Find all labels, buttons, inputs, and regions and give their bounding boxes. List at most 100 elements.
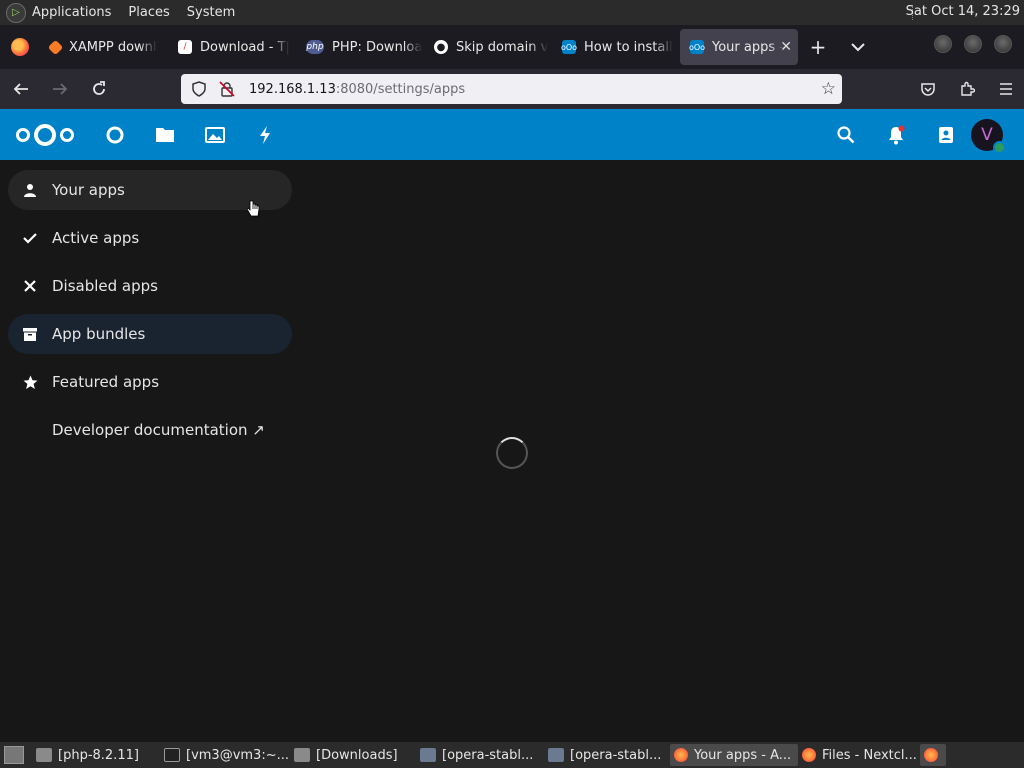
hand-cursor-icon [246, 200, 260, 222]
tab-github[interactable]: ● Skip domain v [424, 29, 552, 65]
nav-developer-documentation[interactable]: Developer documentation ↗ [8, 410, 292, 450]
show-desktop-icon[interactable] [4, 746, 24, 764]
menu-applications[interactable]: Applications [32, 5, 111, 20]
unified-search-button[interactable] [821, 109, 871, 160]
reload-button[interactable] [81, 73, 117, 105]
url-bar[interactable]: 192.168.1.13:8080/settings/apps ☆ [181, 74, 842, 104]
contacts-icon [939, 126, 953, 143]
new-tab-button[interactable]: + [798, 29, 838, 65]
tab-xampp[interactable]: XAMPP downl [40, 29, 168, 65]
top-panel: ▷ Applications Places System Sat Oct 14,… [0, 0, 1024, 25]
forward-button[interactable] [42, 73, 78, 105]
activity-icon [260, 125, 270, 144]
app-content [300, 160, 1024, 742]
archive-icon [8, 327, 52, 341]
firefox-view-button[interactable] [0, 25, 40, 69]
search-icon [837, 125, 855, 143]
user-icon [8, 183, 52, 197]
firefox-icon [924, 748, 938, 762]
shield-icon[interactable] [189, 81, 209, 97]
nav-disabled-apps[interactable]: Disabled apps [8, 266, 292, 306]
window-controls [934, 35, 1024, 53]
tab-title: Skip domain v [456, 39, 549, 55]
files-icon [156, 127, 174, 142]
url-path: :8080/settings/apps [335, 81, 466, 97]
tab-your-apps[interactable]: oOo Your apps - A ✕ [680, 29, 798, 65]
panel-clock[interactable]: Sat Oct 14, 23:29 [906, 4, 1020, 19]
minimize-button[interactable] [934, 35, 952, 53]
distro-logo-icon[interactable]: ▷ [6, 2, 26, 23]
firefox-icon [674, 748, 688, 762]
task-downloads-folder[interactable]: [Downloads] [290, 744, 416, 766]
tab-title: XAMPP downl [69, 39, 157, 55]
nav-label: Developer documentation ↗ [52, 421, 265, 439]
nav-active-apps[interactable]: Active apps [8, 218, 292, 258]
close-tab-icon[interactable]: ✕ [780, 39, 792, 55]
photos-app-button[interactable] [190, 109, 240, 160]
folder-icon [294, 748, 310, 762]
menu-system[interactable]: System [187, 5, 235, 20]
nextcloud-icon: oOo [689, 40, 705, 54]
php-icon: php [306, 40, 324, 54]
tab-title: Download - T| [200, 39, 290, 55]
contacts-menu-button[interactable] [921, 109, 971, 160]
task-firefox-files[interactable]: Files - Nextcl... [798, 744, 920, 766]
nav-label: Featured apps [52, 373, 160, 391]
hamburger-icon [1000, 83, 1012, 95]
nav-label: Your apps [52, 181, 125, 199]
list-all-tabs-button[interactable] [838, 29, 878, 65]
app-menu-button[interactable] [988, 73, 1024, 105]
nav-toolbar: 192.168.1.13:8080/settings/apps ☆ [0, 69, 1024, 109]
avatar-letter: V [981, 124, 993, 145]
activity-app-button[interactable] [240, 109, 290, 160]
chevron-down-icon [851, 43, 865, 52]
files-app-button[interactable] [140, 109, 190, 160]
task-label: [opera-stabl... [442, 747, 534, 763]
arrow-left-icon [13, 83, 28, 95]
tab-download[interactable]: / Download - T| [168, 29, 296, 65]
tab-how-to-install[interactable]: oOo How to install [552, 29, 680, 65]
url-host: 192.168.1.13 [249, 81, 336, 97]
tab-strip: XAMPP downl / Download - T| php PHP: Dow… [0, 25, 1024, 69]
nextcloud-icon: oOo [561, 40, 577, 54]
package-icon [420, 748, 436, 762]
nav-label: App bundles [52, 325, 146, 343]
task-opera-installer-1[interactable]: [opera-stabl... [416, 744, 544, 766]
notifications-button[interactable] [871, 109, 921, 160]
loading-spinner-icon [496, 437, 528, 469]
tab-php[interactable]: php PHP: Downloa [296, 29, 424, 65]
tab-title: PHP: Downloa [332, 39, 423, 55]
menu-places[interactable]: Places [128, 5, 169, 20]
extensions-button[interactable] [949, 73, 985, 105]
maximize-button[interactable] [964, 35, 982, 53]
nextcloud-logo[interactable] [14, 121, 76, 149]
task-opera-installer-2[interactable]: [opera-stabl... [544, 744, 670, 766]
nav-app-bundles[interactable]: App bundles [8, 314, 292, 354]
github-icon: ● [434, 40, 448, 54]
pocket-button[interactable] [910, 73, 946, 105]
nextcloud-header: V [0, 109, 1024, 160]
bookmark-star-icon[interactable]: ☆ [821, 79, 836, 99]
pocket-icon [921, 83, 935, 96]
pdf-icon: / [178, 40, 192, 54]
nav-label: Disabled apps [52, 277, 158, 295]
firefox-icon [11, 38, 29, 56]
tab-title: Your apps - A [712, 39, 784, 55]
task-firefox-your-apps[interactable]: Your apps - A... [670, 744, 798, 766]
tray-firefox[interactable] [920, 744, 946, 766]
terminal-icon [164, 748, 180, 762]
task-terminal[interactable]: [vm3@vm3:~... [160, 744, 290, 766]
close-window-button[interactable] [994, 35, 1012, 53]
back-button[interactable] [3, 73, 39, 105]
task-php-folder[interactable]: [php-8.2.11] [32, 744, 160, 766]
toolbar-right [907, 73, 1024, 105]
xampp-icon [47, 39, 64, 55]
task-label: Your apps - A... [694, 747, 792, 763]
nav-featured-apps[interactable]: Featured apps [8, 362, 292, 402]
insecure-lock-icon[interactable] [217, 81, 237, 97]
user-avatar[interactable]: V [971, 118, 1006, 154]
photos-icon [205, 126, 225, 143]
arrow-right-icon [53, 83, 68, 95]
nav-label: Active apps [52, 229, 140, 247]
dashboard-app-button[interactable] [90, 109, 140, 160]
